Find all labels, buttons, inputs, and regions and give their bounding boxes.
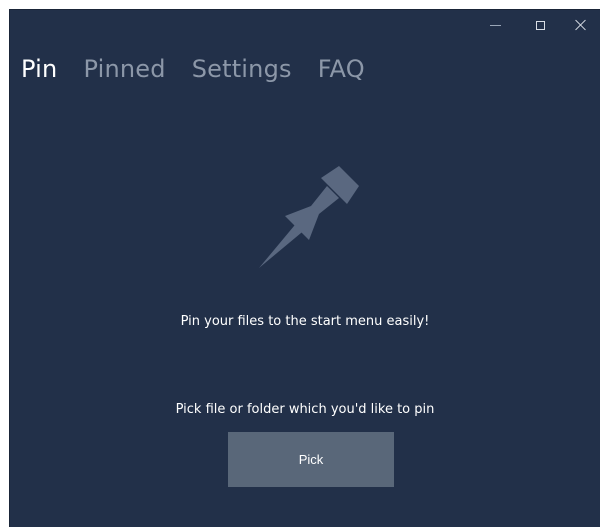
maximize-button[interactable] [520,10,560,40]
close-button[interactable] [561,10,600,40]
minimize-button[interactable] [475,10,515,40]
app-window: Pin Pinned Settings FAQ Pin your files t… [10,10,600,527]
pushpin-icon [259,166,359,268]
maximize-icon [535,20,545,30]
pick-button[interactable]: Pick [228,432,394,487]
minimize-icon [489,24,501,26]
tagline-text: Pin your files to the start menu easily! [180,314,430,329]
tab-pinned[interactable]: Pinned [83,55,165,83]
close-icon [575,19,587,31]
instruction-text: Pick file or folder which you'd like to … [175,402,435,417]
tab-pin[interactable]: Pin [21,55,57,83]
tab-faq[interactable]: FAQ [318,55,365,83]
tab-settings[interactable]: Settings [192,55,292,83]
nav-tabs: Pin Pinned Settings FAQ [21,55,391,83]
